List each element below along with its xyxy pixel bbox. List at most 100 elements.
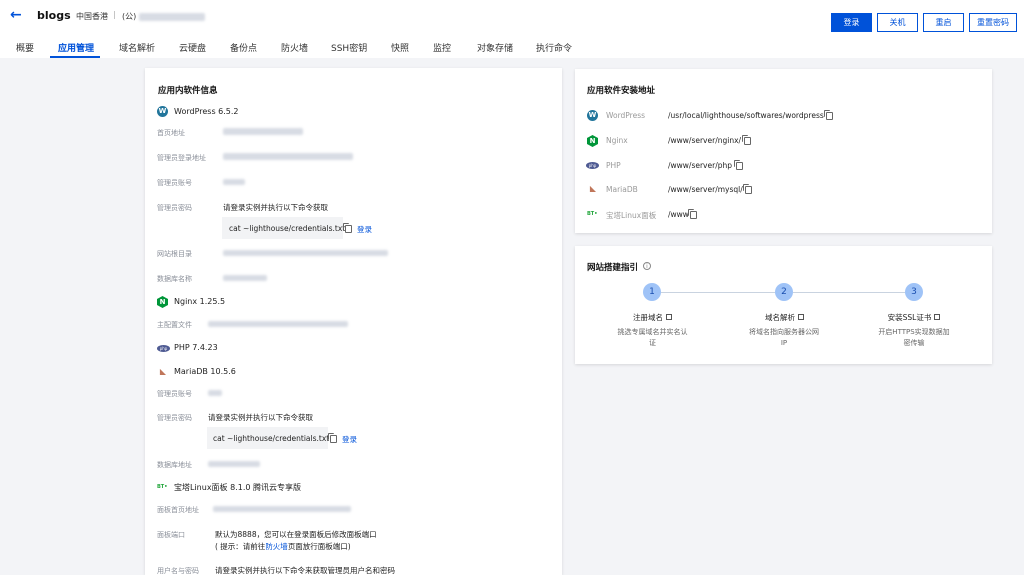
- tab-cloud-disk[interactable]: 云硬盘: [179, 41, 206, 54]
- step-1-link[interactable]: 注册域名: [615, 312, 690, 323]
- nginx-icon: N: [157, 296, 168, 308]
- wp-admin-account-blurred: [223, 179, 245, 185]
- step-3-title: 安装SSL证书: [887, 313, 932, 322]
- page-header: ← blogs 中国香港 | (公) 登录 关机 重启 重置密码 概要 应用管理…: [0, 0, 1024, 58]
- mariadb-path-name: MariaDB: [606, 185, 638, 194]
- external-link-icon: [798, 314, 804, 320]
- bt-firewall-link[interactable]: 防火墙: [265, 542, 288, 551]
- mariadb-command-text: cat ~lighthouse/credentials.txt: [213, 434, 330, 443]
- mariadb-copy-icon[interactable]: [328, 433, 337, 443]
- tab-monitor[interactable]: 监控: [433, 41, 451, 54]
- install-paths-card: 应用软件安装地址 W WordPress /usr/local/lighthou…: [575, 69, 992, 233]
- tab-overview[interactable]: 概要: [16, 41, 34, 54]
- wp-command-text: cat ~lighthouse/credentials.txt: [229, 224, 346, 233]
- step-3-link[interactable]: 安装SSL证书: [869, 312, 959, 323]
- reset-password-button[interactable]: 重置密码: [969, 13, 1017, 32]
- tab-object-storage[interactable]: 对象存储: [477, 41, 513, 54]
- wp-site-root-label: 网站根目录: [157, 250, 192, 258]
- tab-bar: 概要 应用管理 域名解析 云硬盘 备份点 防火墙 SSH密钥 快照 监控 对象存…: [0, 38, 1024, 58]
- bt-port-hint: ( 提示：请前往防火墙页面放行面板端口): [215, 541, 351, 552]
- mariadb-admin-account-label: 管理员账号: [157, 390, 192, 398]
- install-paths-title: 应用软件安装地址: [587, 86, 656, 96]
- step-1-title: 注册域名: [633, 313, 663, 322]
- step-1-desc: 挑选专属域名并实名认证: [617, 328, 688, 347]
- wp-home-label: 首页地址: [157, 129, 185, 137]
- step-2-number: 2: [775, 283, 793, 301]
- wordpress-path-icon: W: [587, 110, 598, 121]
- bt-path-copy-icon[interactable]: [688, 209, 697, 219]
- step-connector-1: [661, 292, 775, 293]
- bt-port-text: 默认为8888，您可以在登录面板后修改面板端口: [215, 530, 377, 539]
- mariadb-password-hint: 请登录实例并执行以下命令获取: [208, 413, 313, 422]
- info-icon[interactable]: i: [643, 262, 651, 270]
- tab-app-management[interactable]: 应用管理: [58, 41, 94, 54]
- wp-home-url-blurred[interactable]: [223, 128, 303, 135]
- php-icon: php: [157, 345, 170, 352]
- mariadb-admin-password-label: 管理员密码: [157, 414, 192, 422]
- nginx-path-icon: N: [587, 135, 598, 147]
- mariadb-admin-account-blurred: [208, 390, 222, 396]
- wp-login-link[interactable]: 登录: [357, 224, 372, 235]
- step-3-desc: 开启HTTPS实现数据加密传输: [878, 328, 950, 347]
- php-path-icon: php: [586, 162, 599, 169]
- public-ip: (公): [122, 11, 205, 22]
- wordpress-path-name: WordPress: [606, 111, 646, 120]
- tab-snapshot[interactable]: 快照: [391, 41, 409, 54]
- wp-admin-url-blurred[interactable]: [223, 153, 353, 160]
- wp-password-hint: 请登录实例并执行以下命令获取: [223, 203, 328, 212]
- php-name: PHP 7.4.23: [174, 343, 218, 352]
- step-connector-2: [793, 292, 905, 293]
- wp-copy-icon[interactable]: [343, 223, 352, 233]
- tab-firewall[interactable]: 防火墙: [281, 41, 308, 54]
- wp-admin-account-label: 管理员账号: [157, 179, 192, 187]
- wp-db-name-blurred: [223, 275, 267, 281]
- back-arrow-icon[interactable]: ←: [10, 8, 22, 22]
- tab-ssh-key[interactable]: SSH密钥: [331, 41, 367, 54]
- site-guide-card: 网站搭建指引 i 1 2 3 注册域名 域名解析 安装SSL证书 挑选专属域名并…: [575, 246, 992, 364]
- bt-port-hint-suffix: 页面放行面板端口): [287, 542, 351, 551]
- nginx-path: /www/server/nginx/: [668, 136, 742, 145]
- bt-port-label: 面板端口: [157, 531, 185, 539]
- nginx-name: Nginx 1.25.5: [174, 297, 226, 306]
- bt-user-label: 用户名与密码: [157, 567, 199, 575]
- bt-port-hint-prefix: ( 提示：请前往: [215, 542, 266, 551]
- step-2-link[interactable]: 域名解析: [747, 312, 822, 323]
- mariadb-path-icon: ◣: [589, 184, 597, 193]
- bt-path-icon: BT•: [587, 211, 598, 217]
- bt-path: /www: [668, 210, 689, 219]
- php-path-copy-icon[interactable]: [734, 160, 743, 170]
- wp-db-name-label: 数据库名称: [157, 275, 192, 283]
- wordpress-path-copy-icon[interactable]: [824, 110, 833, 120]
- wordpress-path: /usr/local/lighthouse/softwares/wordpres…: [668, 111, 824, 120]
- tab-backup[interactable]: 备份点: [230, 41, 257, 54]
- instance-title: blogs: [37, 9, 71, 22]
- step-3-number: 3: [905, 283, 923, 301]
- external-link-icon: [934, 314, 941, 320]
- step-1-number: 1: [643, 283, 661, 301]
- shutdown-button[interactable]: 关机: [877, 13, 918, 32]
- login-button[interactable]: 登录: [831, 13, 872, 32]
- wp-admin-password-label: 管理员密码: [157, 204, 192, 212]
- bt-home-label: 面板首页地址: [157, 506, 199, 514]
- step-2-desc: 将域名指向服务器公网IP: [749, 328, 819, 347]
- bt-user-text: 请登录实例并执行以下命令来获取管理员用户名和密码: [215, 566, 395, 575]
- step-2-title: 域名解析: [765, 313, 795, 322]
- nginx-path-name: Nginx: [606, 136, 628, 145]
- mariadb-login-link[interactable]: 登录: [342, 434, 357, 445]
- bt-panel-name: 宝塔Linux面板 8.1.0 腾讯云专享版: [174, 483, 301, 492]
- bt-home-url-blurred[interactable]: [213, 506, 351, 512]
- php-path: /www/server/php: [668, 161, 732, 170]
- tab-dns[interactable]: 域名解析: [119, 41, 155, 54]
- restart-button[interactable]: 重启: [923, 13, 964, 32]
- mariadb-name: MariaDB 10.5.6: [174, 367, 236, 376]
- external-link-icon: [666, 314, 672, 320]
- mariadb-path-copy-icon[interactable]: [743, 184, 752, 194]
- tab-run-command[interactable]: 执行命令: [536, 41, 572, 54]
- nginx-path-copy-icon[interactable]: [742, 135, 751, 145]
- header-separator: |: [113, 10, 116, 19]
- instance-region: 中国香港: [76, 12, 108, 21]
- nginx-config-blurred: [208, 321, 348, 327]
- public-ip-blurred: [138, 12, 205, 21]
- mariadb-db-address-label: 数据库地址: [157, 461, 192, 469]
- public-ip-label: (公): [122, 12, 137, 21]
